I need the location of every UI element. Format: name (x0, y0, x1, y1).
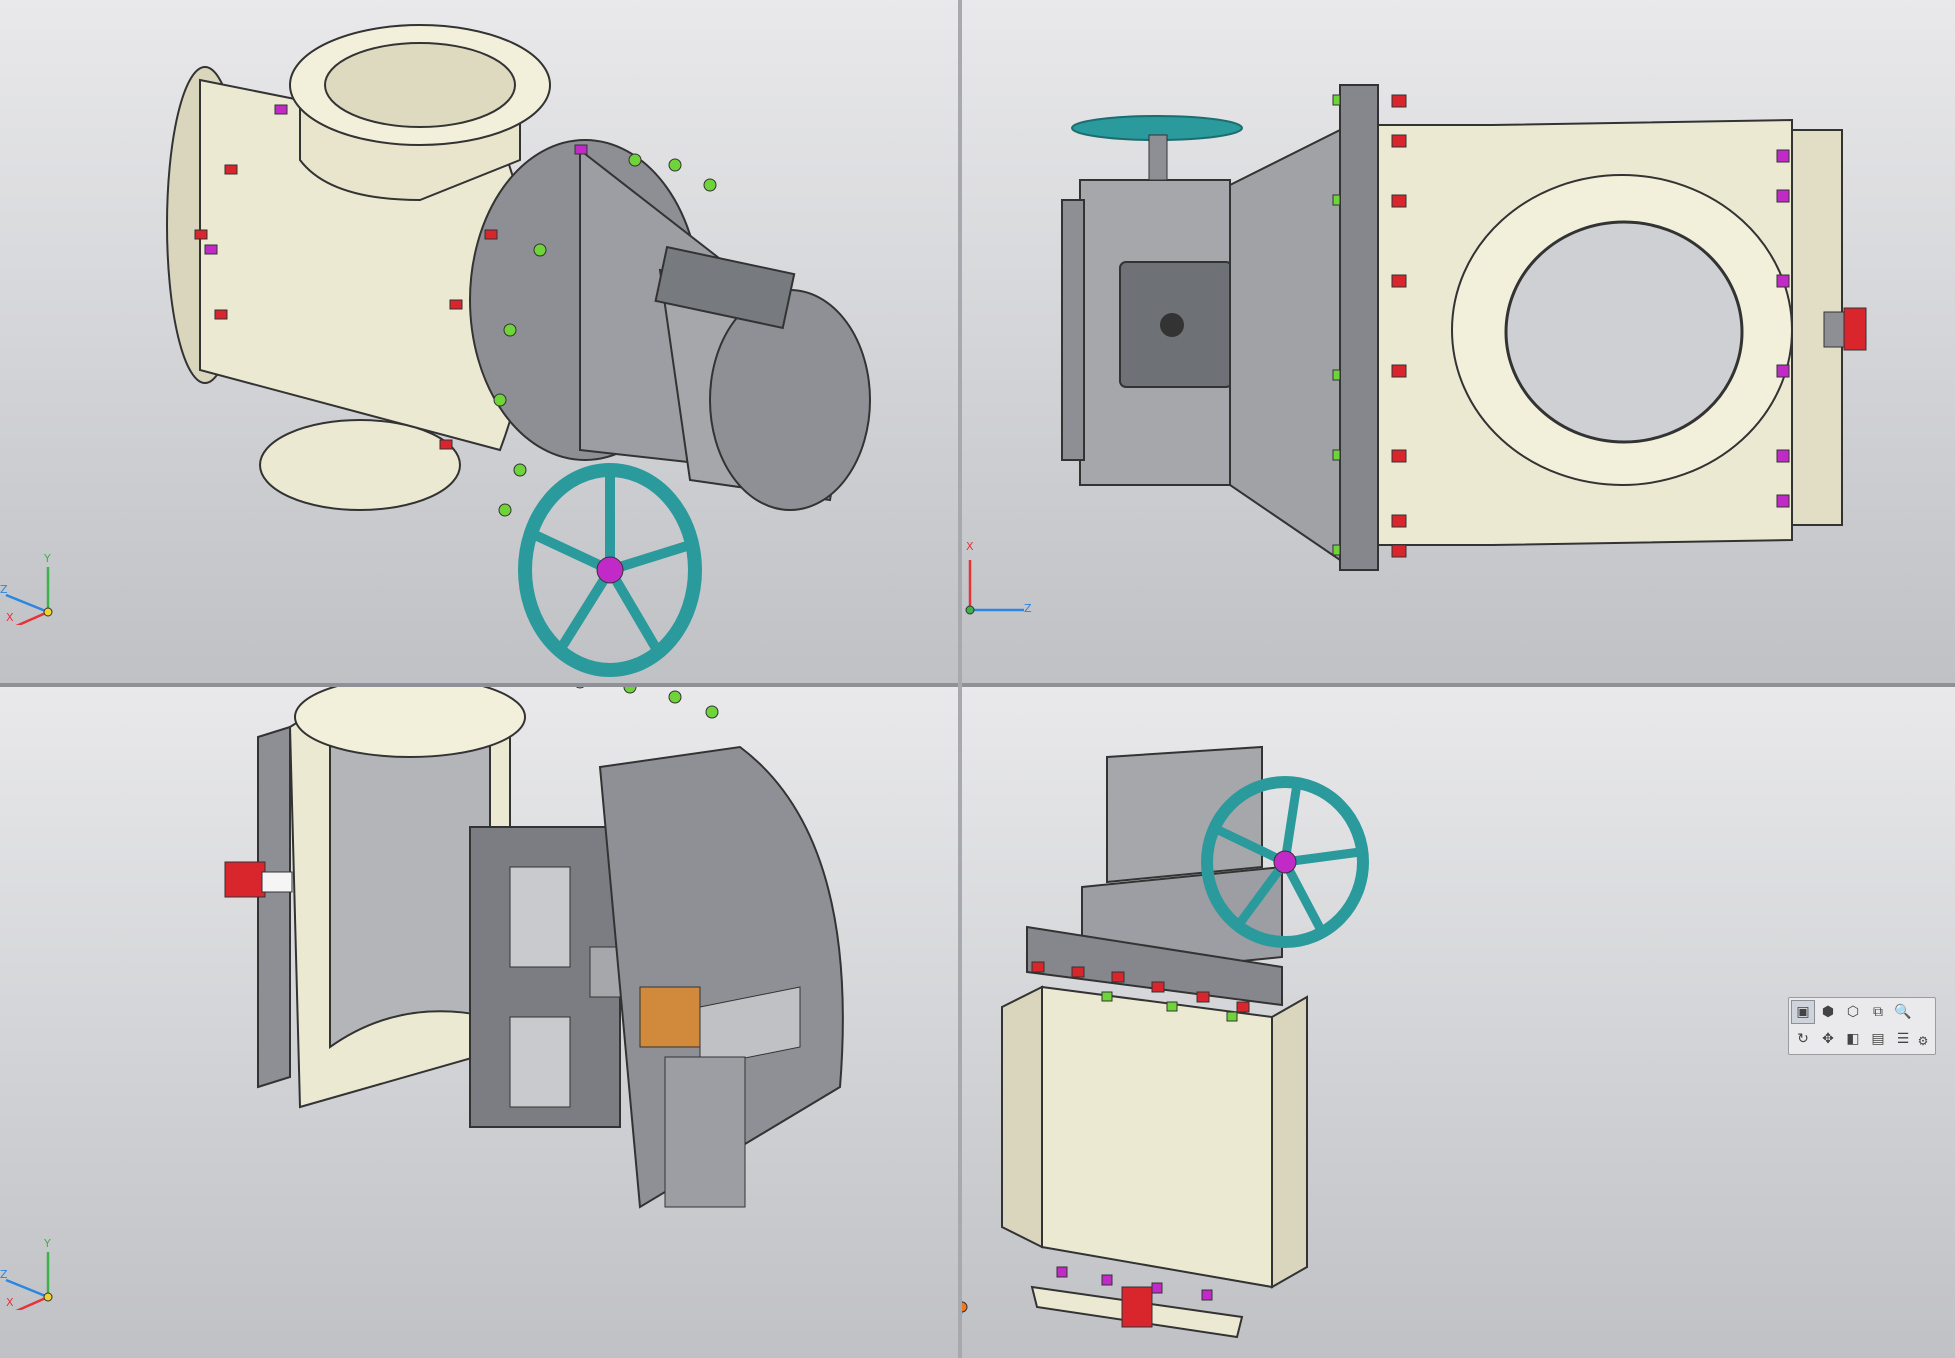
gear-cut (639, 986, 701, 1048)
gearbox-cover (1061, 199, 1085, 461)
top-flange (294, 687, 526, 758)
drain-plug (1121, 1286, 1153, 1328)
section-bore (329, 721, 491, 1049)
drain-plug (224, 861, 266, 898)
viewport-section[interactable]: Y X Z (0, 687, 958, 1358)
bottom-flange (259, 419, 461, 511)
section-icon[interactable]: ◧ (1841, 1027, 1865, 1051)
axis-x-label: X (6, 611, 14, 624)
viewport-isometric[interactable]: Y X Z (0, 0, 958, 683)
gearbox-cover (709, 289, 871, 511)
shaded-edges-icon[interactable]: ▣ (1791, 1000, 1815, 1024)
plate-center-hole (1160, 313, 1184, 337)
axis-x-label: X (6, 1296, 14, 1309)
view-list-icon[interactable]: ☰ (1891, 1027, 1915, 1051)
bolts-green (575, 687, 719, 719)
axis-triad-tr: X Z (962, 540, 1032, 615)
axis-y-label: Y (44, 1237, 51, 1250)
axis-triad-tl: Y X Z (0, 552, 70, 625)
lower-bracket (664, 1056, 746, 1208)
viewport-side[interactable]: X Z (962, 0, 1955, 683)
axis-z-label: Z (0, 1268, 8, 1281)
gearbox (1106, 745, 1263, 884)
axis-z-label: Z (1024, 602, 1032, 615)
axis-y-label: Y (44, 552, 51, 565)
plug-washer (261, 871, 293, 893)
valve-body (1041, 985, 1273, 1289)
hidden-lines-icon[interactable]: ⧉ (1866, 1000, 1890, 1024)
model-isometric[interactable] (0, 0, 958, 683)
model-section[interactable] (0, 687, 958, 1358)
settings-gear-icon[interactable]: ⚙ (1913, 1031, 1933, 1051)
drain-fitting (1823, 311, 1845, 348)
top-opening (324, 42, 516, 128)
left-port-flange (1001, 985, 1043, 1249)
right-port-flange (1271, 995, 1308, 1289)
spring-pack-upper (509, 866, 571, 968)
port-opening (1504, 220, 1744, 444)
wireframe-icon[interactable]: ⬡ (1841, 1000, 1865, 1024)
viewport-splitter-vertical[interactable] (958, 0, 962, 1358)
body-flange (1339, 84, 1379, 571)
spring-pack-lower (509, 1016, 571, 1108)
pan-icon[interactable]: ✥ (1816, 1027, 1840, 1051)
axis-triad-bl: Y X Z (0, 1237, 70, 1310)
handwheel-hub (596, 556, 624, 584)
zoom-icon[interactable]: 🔍 (1891, 1000, 1915, 1024)
view-toolbar: ▣ ⬢ ⬡ ⧉ 🔍 ↻ ✥ ◧ ▤ ☰ ⚙ (1788, 997, 1936, 1055)
axis-triad-br: Z Y (962, 1285, 970, 1355)
section-wall-left (257, 725, 291, 1089)
handwheel-stem (1148, 134, 1168, 181)
model-side[interactable] (962, 0, 1955, 683)
rotate-icon[interactable]: ↻ (1791, 1027, 1815, 1051)
axis-z-label: Z (0, 583, 8, 596)
save-view-icon[interactable]: ▤ (1866, 1027, 1890, 1051)
shaded-icon[interactable]: ⬢ (1816, 1000, 1840, 1024)
handwheel-hub (1273, 850, 1297, 874)
drain-plug (1843, 307, 1867, 351)
viewport-splitter-horizontal[interactable] (0, 683, 1955, 687)
axis-x-label: X (966, 540, 974, 553)
cone-housing (1229, 128, 1341, 562)
